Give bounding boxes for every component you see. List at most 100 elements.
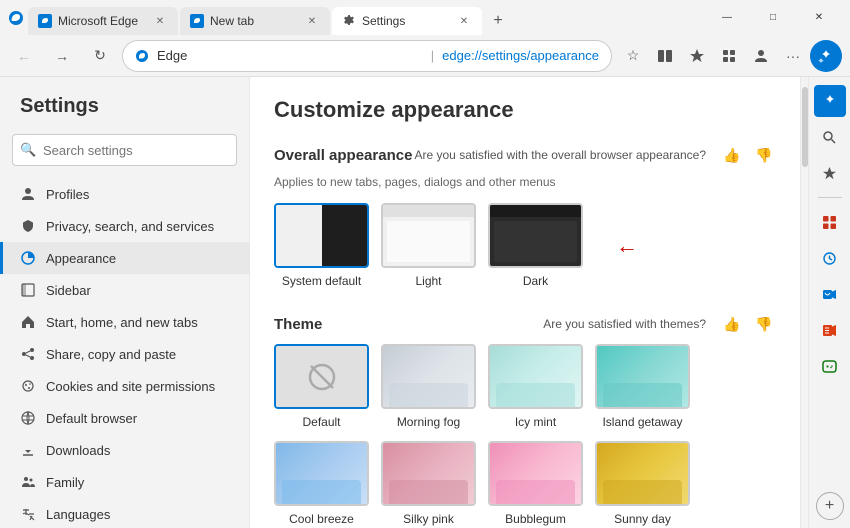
address-favicon xyxy=(135,49,149,63)
tab-title-new: New tab xyxy=(210,14,298,28)
appearance-options: System default Light xyxy=(274,203,776,288)
forward-button[interactable]: → xyxy=(46,40,78,72)
sidebar-item-start-home[interactable]: Start, home, and new tabs xyxy=(0,306,249,338)
star-button[interactable]: ☆ xyxy=(618,41,648,71)
copilot-button[interactable] xyxy=(810,40,842,72)
back-button[interactable]: ← xyxy=(8,40,40,72)
rs-games[interactable] xyxy=(814,350,846,382)
theme-cool-breeze-label: Cool breeze xyxy=(289,512,354,526)
sidebar-label-languages: Languages xyxy=(46,507,110,522)
sidebar-label-cookies: Cookies and site permissions xyxy=(46,379,215,394)
address-separator: | xyxy=(431,48,434,63)
theme-morning-fog[interactable]: Morning fog xyxy=(381,344,476,429)
theme-default-label: Default xyxy=(302,415,340,429)
sidebar-item-languages[interactable]: Languages xyxy=(0,498,249,528)
sidebar-item-privacy[interactable]: Privacy, search, and services xyxy=(0,210,249,242)
theme-sunny-day[interactable]: Sunny day xyxy=(595,441,690,526)
light-option[interactable]: Light xyxy=(381,203,476,288)
light-label: Light xyxy=(415,274,441,288)
split-button[interactable] xyxy=(650,41,680,71)
search-input[interactable] xyxy=(12,134,237,166)
tabs-container: Microsoft Edge ✕ New tab ✕ Settings ✕ + xyxy=(28,0,700,35)
thumbs-up-overall[interactable]: 👍 xyxy=(720,143,744,167)
theme-bubblegum-label: Bubblegum xyxy=(505,512,566,526)
titlebar-left xyxy=(8,10,24,26)
rs-add-button[interactable]: + xyxy=(816,492,844,520)
sidebar-item-cookies[interactable]: Cookies and site permissions xyxy=(0,370,249,402)
sidebar-item-downloads[interactable]: Downloads xyxy=(0,434,249,466)
theme-icy-mint-preview xyxy=(488,344,583,409)
tab-close-new[interactable]: ✕ xyxy=(304,13,320,29)
thumbs-down-theme[interactable]: 👎 xyxy=(752,312,776,336)
system-default-label: System default xyxy=(282,274,361,288)
sidebar: Settings 🔍 Profiles Privacy, search, and… xyxy=(0,77,250,528)
toolbar-actions: ☆ ··· xyxy=(618,40,842,72)
appearance-icon xyxy=(20,250,36,266)
rs-collections[interactable] xyxy=(814,206,846,238)
theme-silky-pink-label: Silky pink xyxy=(403,512,454,526)
titlebar: Microsoft Edge ✕ New tab ✕ Settings ✕ + … xyxy=(0,0,850,35)
sidebar-label-sidebar: Sidebar xyxy=(46,283,91,298)
search-box: 🔍 xyxy=(12,134,237,166)
thumbs-up-theme[interactable]: 👍 xyxy=(720,312,744,336)
rs-outlook[interactable] xyxy=(814,278,846,310)
collections-button[interactable] xyxy=(714,41,744,71)
refresh-button[interactable]: ↻ xyxy=(84,40,116,72)
tab-microsoft-edge[interactable]: Microsoft Edge ✕ xyxy=(28,7,178,35)
close-button[interactable]: ✕ xyxy=(796,3,842,33)
dark-option[interactable]: Dark ← xyxy=(488,203,583,288)
sidebar-label-profiles: Profiles xyxy=(46,187,89,202)
minimize-button[interactable]: — xyxy=(704,3,750,33)
rs-favorites[interactable] xyxy=(814,157,846,189)
sidebar-label-downloads: Downloads xyxy=(46,443,110,458)
tab-close-edge[interactable]: ✕ xyxy=(152,13,168,29)
theme-icy-mint-label: Icy mint xyxy=(515,415,556,429)
rs-history[interactable] xyxy=(814,242,846,274)
sidebar-item-share[interactable]: Share, copy and paste xyxy=(0,338,249,370)
theme-cool-breeze[interactable]: Cool breeze xyxy=(274,441,369,526)
rs-search[interactable] xyxy=(814,121,846,153)
theme-bubblegum[interactable]: Bubblegum xyxy=(488,441,583,526)
profile-button[interactable] xyxy=(746,41,776,71)
rs-office[interactable] xyxy=(814,314,846,346)
tab-favicon-edge xyxy=(38,14,52,28)
rs-copilot[interactable] xyxy=(814,85,846,117)
new-tab-button[interactable]: + xyxy=(484,7,512,35)
more-button[interactable]: ··· xyxy=(778,41,808,71)
scrollbar[interactable] xyxy=(800,77,808,528)
privacy-icon xyxy=(20,218,36,234)
content: Customize appearance Overall appearance … xyxy=(250,77,800,528)
dark-preview xyxy=(488,203,583,268)
sidebar-item-default-browser[interactable]: Default browser xyxy=(0,402,249,434)
sidebar-item-profiles[interactable]: Profiles xyxy=(0,178,249,210)
maximize-button[interactable]: □ xyxy=(750,3,796,33)
thumbs-down-overall[interactable]: 👎 xyxy=(752,143,776,167)
sidebar-item-appearance[interactable]: Appearance xyxy=(0,242,249,274)
tab-new-tab[interactable]: New tab ✕ xyxy=(180,7,330,35)
theme-row-1: Default Morning fog xyxy=(274,344,776,429)
sidebar-label-appearance: Appearance xyxy=(46,251,116,266)
theme-silky-pink-preview xyxy=(381,441,476,506)
right-sidebar: + xyxy=(808,77,850,528)
window-controls: — □ ✕ xyxy=(704,3,842,33)
theme-icy-mint[interactable]: Icy mint xyxy=(488,344,583,429)
tab-close-settings[interactable]: ✕ xyxy=(456,13,472,29)
sidebar-item-sidebar[interactable]: Sidebar xyxy=(0,274,249,306)
system-default-option[interactable]: System default xyxy=(274,203,369,288)
sidebar-title: Settings xyxy=(0,87,249,134)
sidebar-item-family[interactable]: Family xyxy=(0,466,249,498)
theme-island-getaway[interactable]: Island getaway xyxy=(595,344,690,429)
favorites-button[interactable] xyxy=(682,41,712,71)
theme-silky-pink[interactable]: Silky pink xyxy=(381,441,476,526)
tab-settings[interactable]: Settings ✕ xyxy=(332,7,482,35)
share-icon xyxy=(20,346,36,362)
sidebar-label-default-browser: Default browser xyxy=(46,411,137,426)
theme-default[interactable]: Default xyxy=(274,344,369,429)
theme-feedback-question: Are you satisfied with themes? xyxy=(543,317,706,331)
system-default-preview xyxy=(274,203,369,268)
profiles-icon xyxy=(20,186,36,202)
address-bar[interactable]: Edge | edge://settings/appearance xyxy=(122,40,612,72)
theme-default-preview xyxy=(274,344,369,409)
sidebar-icon xyxy=(20,282,36,298)
cookies-icon xyxy=(20,378,36,394)
